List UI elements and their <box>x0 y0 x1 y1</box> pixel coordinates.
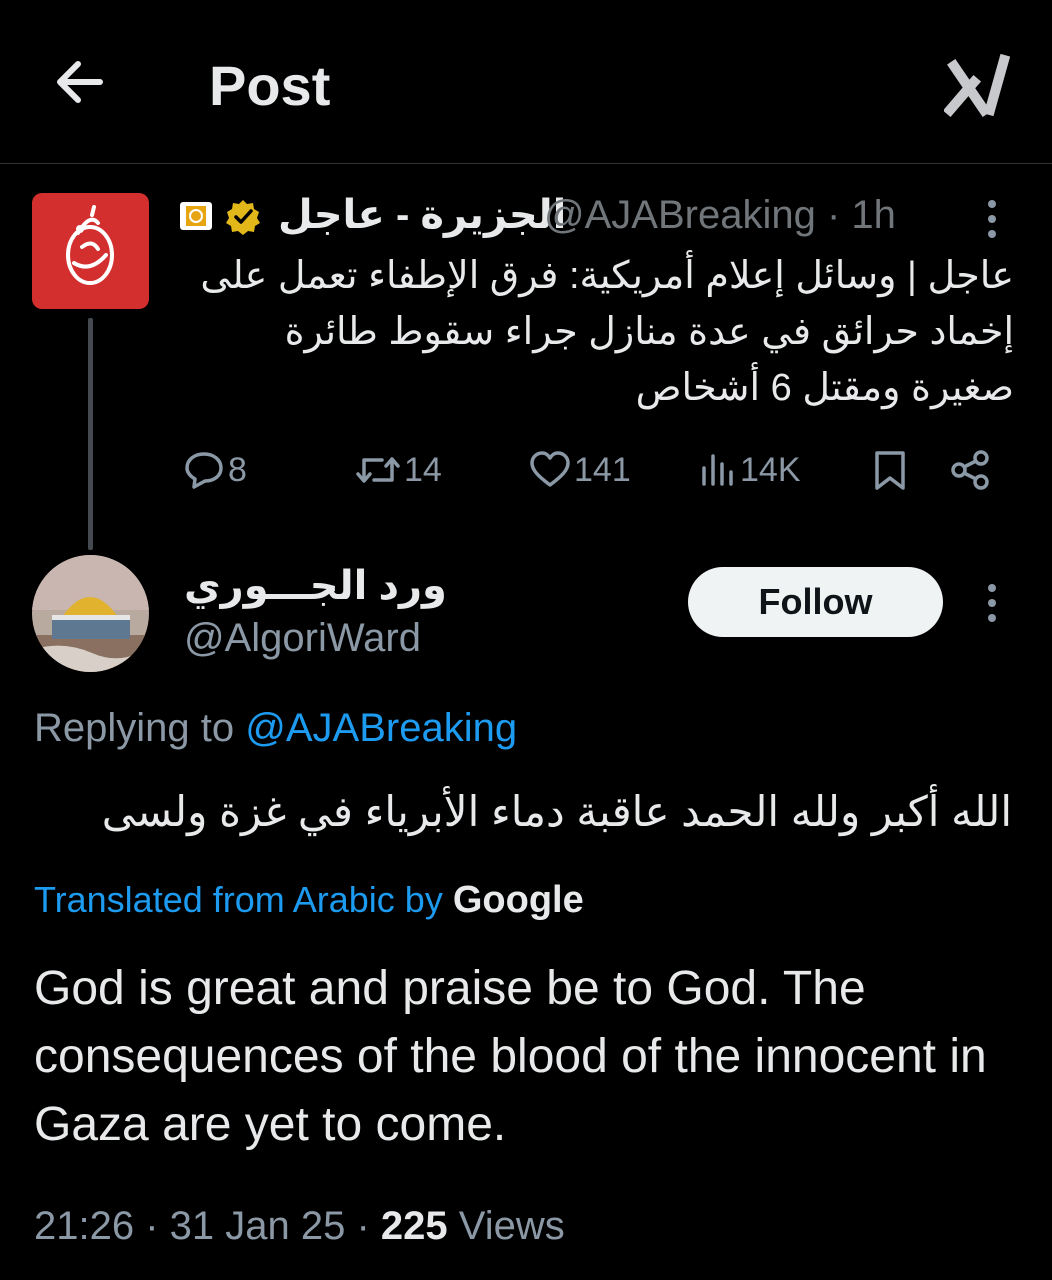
share-action[interactable] <box>948 444 992 496</box>
heart-icon <box>530 451 570 487</box>
post-date[interactable]: 31 Jan 25 <box>170 1204 346 1248</box>
reply-text-arabic: الله أكبر ولله الحمد عاقبة دماء الأبرياء… <box>101 788 1012 835</box>
views-count: 14K <box>740 450 801 489</box>
reply-action[interactable]: 8 <box>182 444 247 496</box>
more-vertical-icon <box>988 584 996 622</box>
analytics-icon <box>702 454 733 486</box>
parent-avatar[interactable] <box>32 193 149 309</box>
share-icon <box>951 450 989 490</box>
repost-action[interactable]: 14 <box>354 444 442 496</box>
like-count: 141 <box>574 450 631 489</box>
thread-line <box>88 318 93 550</box>
reply-text-english: God is great and praise be to God. The c… <box>34 962 987 1151</box>
google-logo: Google <box>452 879 584 921</box>
translation-attribution[interactable]: Translated from Arabic by Google <box>34 874 584 934</box>
parent-time-ago: 1h <box>851 193 896 237</box>
follow-button[interactable]: Follow <box>688 567 943 637</box>
reply-author-name[interactable]: ورد الجـــوري <box>184 560 447 612</box>
repost-count: 14 <box>404 450 442 489</box>
reply-avatar[interactable] <box>32 555 149 672</box>
parent-handle[interactable]: @AJABreaking <box>544 193 816 237</box>
reply-count: 8 <box>228 450 247 489</box>
dome-of-the-rock-avatar-icon <box>32 555 149 672</box>
more-vertical-icon <box>988 200 996 238</box>
affiliate-badge-icon <box>180 202 212 230</box>
bookmark-action[interactable] <box>870 444 910 496</box>
parent-handle-time[interactable]: @AJABreaking · 1h <box>544 190 896 240</box>
reply-author-handle[interactable]: @AlgoriWard <box>184 612 421 664</box>
views-label: Views <box>458 1204 565 1248</box>
parent-author-name[interactable]: الجزيرة - عاجل <box>278 190 566 240</box>
reply-more-button[interactable] <box>972 578 1012 628</box>
replying-to-mention[interactable]: @AJABreaking <box>245 706 517 750</box>
parent-more-button[interactable] <box>972 194 1012 244</box>
replying-to-label: Replying to <box>34 706 235 750</box>
post-page: Post الجزيرة - عاجل @AJABreaking · 1h عا… <box>0 0 1052 1280</box>
translated-label[interactable]: Translated from Arabic by <box>34 879 443 920</box>
verified-badge-icon <box>224 198 262 236</box>
page-title: Post <box>209 54 331 117</box>
like-action[interactable]: 141 <box>528 444 631 496</box>
bookmark-icon <box>875 451 905 490</box>
repost-icon <box>356 457 400 483</box>
post-metadata: 21:26 · 31 Jan 25 · 225 Views <box>34 1204 565 1248</box>
grok-button[interactable] <box>942 52 1011 118</box>
comment-icon <box>185 452 223 489</box>
arrow-left-icon <box>57 61 103 103</box>
back-button[interactable] <box>50 52 110 112</box>
replying-to: Replying to @AJABreaking <box>34 702 517 754</box>
views-number: 225 <box>380 1204 448 1248</box>
post-time[interactable]: 21:26 <box>34 1204 134 1248</box>
al-jazeera-logo-icon <box>66 205 114 285</box>
views-action[interactable]: 14K <box>698 444 801 496</box>
grok-icon <box>942 53 1011 118</box>
parent-tweet-header: الجزيرة - عاجل @AJABreaking · 1h <box>172 190 912 242</box>
parent-tweet-text: عاجل | وسائل إعلام أمريكية: فرق الإطفاء … <box>200 255 1014 409</box>
top-bar: Post <box>0 0 1052 164</box>
